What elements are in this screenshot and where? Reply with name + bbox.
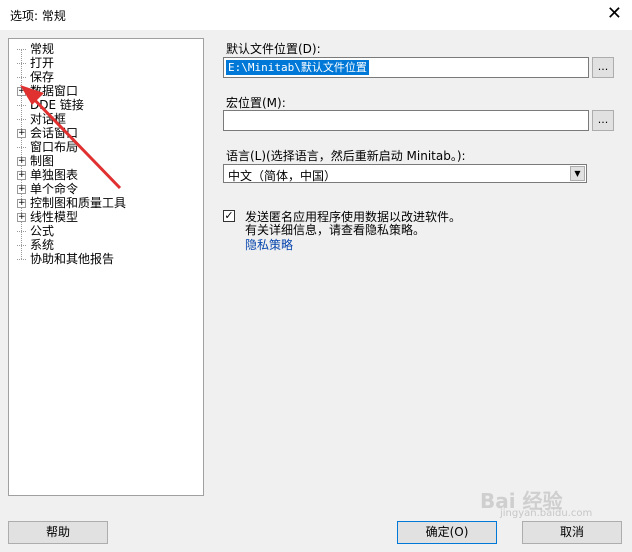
- tree-item[interactable]: + 控制图和质量工具: [17, 196, 126, 210]
- tree-connector: [17, 105, 26, 106]
- expand-plus-icon[interactable]: +: [17, 213, 26, 222]
- expand-plus-icon[interactable]: +: [17, 199, 26, 208]
- tree-item-label: DDE 链接: [30, 98, 84, 112]
- tree-connector: [17, 231, 26, 232]
- tree-item[interactable]: 对话框: [17, 112, 66, 126]
- macro-location-label: 宏位置(M):: [226, 96, 286, 110]
- options-tree[interactable]: 常规 打开 保存 + 数据窗口 DDE 链接 对话框 + 会话窗口 窗口布局 + 制图 + 单独图表 + 单个…: [8, 38, 204, 496]
- tree-item[interactable]: 窗口布局: [17, 140, 78, 154]
- tree-item[interactable]: + 制图: [17, 154, 54, 168]
- tree-item-label: 协助和其他报告: [30, 252, 115, 266]
- tree-connector: [17, 259, 26, 260]
- tree-item[interactable]: 协助和其他报告: [17, 252, 114, 266]
- tree-item[interactable]: 打开: [17, 56, 54, 70]
- default-location-label: 默认文件位置(D):: [226, 42, 321, 56]
- tree-item[interactable]: 系统: [17, 238, 54, 252]
- tree-item-label: 单独图表: [30, 168, 79, 182]
- tree-item-label: 单个命令: [30, 182, 79, 196]
- tree-item-label: 保存: [30, 70, 55, 84]
- macro-location-browse-button[interactable]: ...: [592, 110, 614, 131]
- chevron-down-icon[interactable]: ▼: [570, 166, 585, 181]
- help-button[interactable]: 帮助: [8, 521, 108, 544]
- default-location-input[interactable]: E:\Minitab\默认文件位置: [223, 57, 589, 78]
- tree-item[interactable]: 保存: [17, 70, 54, 84]
- tree-item-label: 常规: [30, 42, 55, 56]
- close-icon[interactable]: ✕: [607, 3, 622, 25]
- tree-item[interactable]: + 数据窗口: [17, 84, 78, 98]
- cancel-button[interactable]: 取消: [522, 521, 622, 544]
- tree-item[interactable]: 常规: [17, 42, 54, 56]
- tree-item[interactable]: DDE 链接: [17, 98, 84, 112]
- tree-item-label: 打开: [30, 56, 55, 70]
- tree-item-label: 制图: [30, 154, 55, 168]
- tree-item[interactable]: + 线性模型: [17, 210, 78, 224]
- tree-item-label: 线性模型: [30, 210, 79, 224]
- language-label: 语言(L)(选择语言，然后重新启动 Minitab。):: [226, 149, 466, 163]
- language-select[interactable]: 中文（简体，中国） ▼: [223, 164, 587, 183]
- tree-connector: [17, 77, 26, 78]
- tree-item-label: 对话框: [30, 112, 67, 126]
- privacy-policy-link[interactable]: 隐私策略: [245, 236, 293, 253]
- tree-item[interactable]: + 会话窗口: [17, 126, 78, 140]
- macro-location-input[interactable]: [223, 110, 589, 131]
- tree-connector: [17, 63, 26, 64]
- watermark-url: jingyan.baidu.com: [500, 508, 593, 519]
- tree-connector: [17, 119, 26, 120]
- tree-item-label: 窗口布局: [30, 140, 79, 154]
- tree-connector: [17, 245, 26, 246]
- tree-item[interactable]: + 单个命令: [17, 182, 78, 196]
- expand-plus-icon[interactable]: +: [17, 185, 26, 194]
- window-title: 选项: 常规: [10, 9, 66, 23]
- tree-item-label: 数据窗口: [30, 84, 79, 98]
- tree-item[interactable]: + 单独图表: [17, 168, 78, 182]
- tree-connector: [17, 49, 26, 50]
- language-selected-value: 中文（简体，中国）: [228, 169, 337, 183]
- tree-item-label: 控制图和质量工具: [30, 196, 127, 210]
- tree-item-label: 会话窗口: [30, 126, 79, 140]
- default-location-value: E:\Minitab\默认文件位置: [226, 60, 369, 75]
- default-location-browse-button[interactable]: ...: [592, 57, 614, 78]
- expand-plus-icon[interactable]: +: [17, 157, 26, 166]
- tree-item-label: 系统: [30, 238, 55, 252]
- expand-plus-icon[interactable]: +: [17, 129, 26, 138]
- tree-connector: [17, 147, 26, 148]
- expand-plus-icon[interactable]: +: [17, 87, 26, 96]
- telemetry-checkbox[interactable]: ✓: [223, 210, 235, 222]
- tree-item[interactable]: 公式: [17, 224, 54, 238]
- expand-plus-icon[interactable]: +: [17, 171, 26, 180]
- tree-item-label: 公式: [30, 224, 55, 238]
- ok-button[interactable]: 确定(O): [397, 521, 497, 544]
- title-bar: 选项: 常规 ✕: [0, 0, 632, 30]
